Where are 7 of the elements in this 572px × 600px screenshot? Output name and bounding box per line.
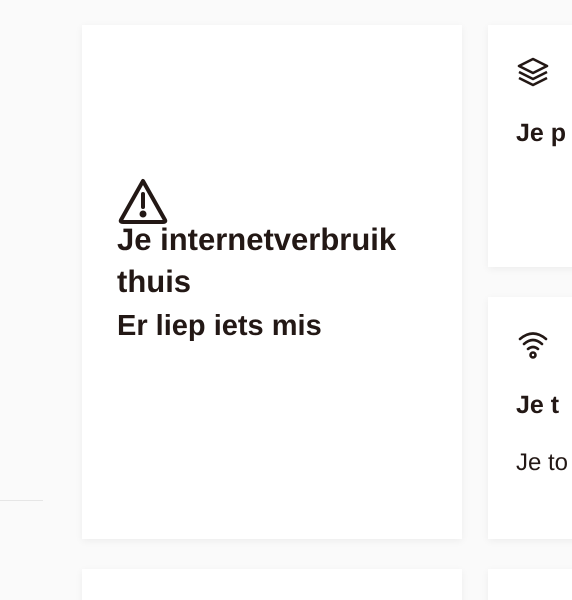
card-title: Je internetverbruik thuis [117,221,398,301]
warning-icon [117,177,169,225]
error-message: Er liep iets mis [117,309,323,344]
card-title: Je t [516,390,560,421]
card-title: Je p [516,118,568,149]
card-text: Je to [516,448,570,478]
layers-icon [516,55,550,89]
